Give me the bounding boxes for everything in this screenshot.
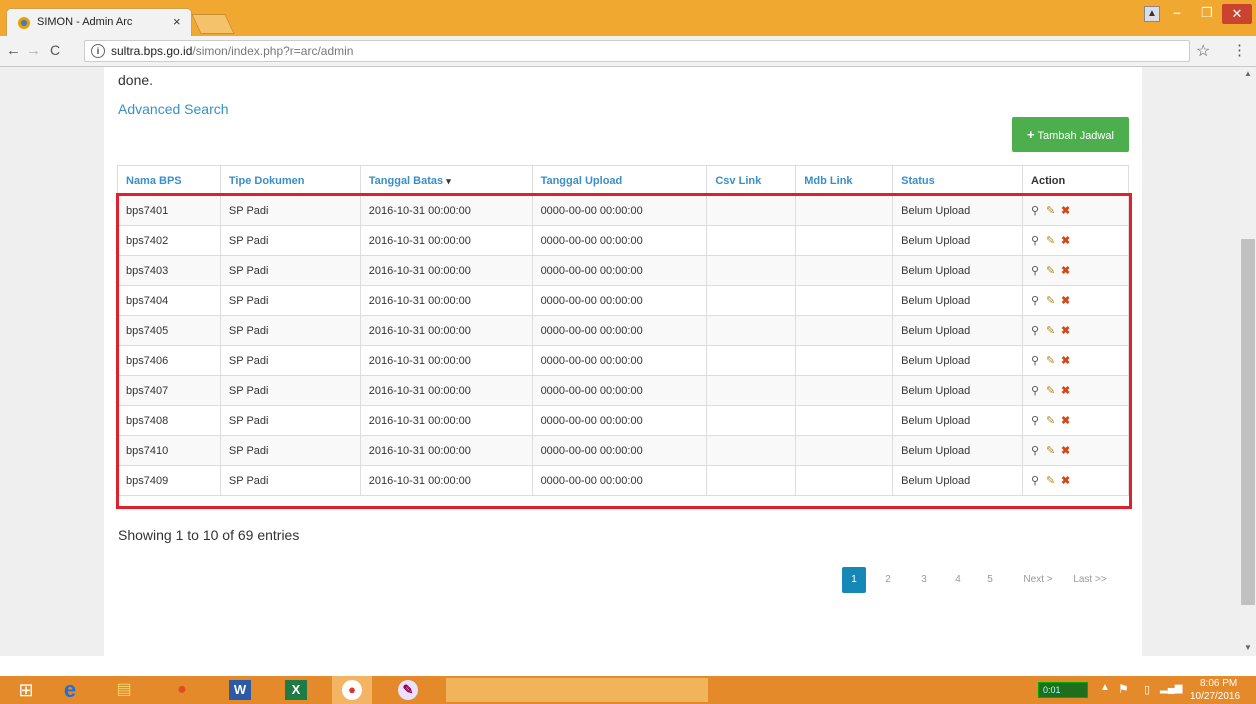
add-schedule-button[interactable]: + Tambah Jadwal (1012, 117, 1129, 152)
url-path: /simon/index.php?r=arc/admin (192, 44, 354, 58)
bookmark-star-icon[interactable]: ☆ (1196, 41, 1210, 61)
header-label: Tanggal Upload (540, 174, 623, 187)
chrome-menu-icon[interactable]: ⋮ (1232, 41, 1247, 59)
browser-tab[interactable]: SIMON - Admin Arc × (6, 8, 192, 36)
table-header-row: Nama BPS Tipe Dokumen Tanggal Batas ▾ Ta… (117, 165, 1129, 196)
back-arrow-icon[interactable]: ← (6, 42, 21, 59)
browser-titlebar: SIMON - Admin Arc × ▲ – ❐ ✕ (0, 0, 1256, 36)
paint-icon[interactable]: ✎ (388, 676, 428, 704)
entries-summary: Showing 1 to 10 of 69 entries (118, 527, 300, 543)
highlight-annotation (116, 193, 1132, 509)
restore-button[interactable]: ❐ (1192, 0, 1222, 28)
page-2-button[interactable]: 2 (878, 567, 898, 593)
scroll-down-icon[interactable]: ▼ (1244, 643, 1252, 652)
internet-explorer-icon[interactable]: e (50, 676, 90, 704)
header-label: Tanggal Batas (368, 174, 444, 187)
simon-favicon-icon (18, 17, 30, 29)
add-schedule-label: Tambah Jadwal (1037, 130, 1114, 142)
header-nama-bps[interactable]: Nama BPS (117, 165, 221, 196)
header-status[interactable]: Status (892, 165, 1024, 196)
taskbar-running-app[interactable] (446, 678, 708, 702)
left-gutter (0, 67, 104, 656)
page-1-button[interactable]: 1 (842, 567, 866, 593)
header-label: Csv Link (715, 174, 762, 187)
header-tipe-dokumen[interactable]: Tipe Dokumen (219, 165, 361, 196)
excel-icon[interactable]: X (276, 676, 316, 704)
url-text[interactable]: sultra.bps.go.id/simon/index.php?r=arc/a… (111, 44, 353, 58)
info-icon[interactable]: i (91, 44, 105, 58)
file-explorer-icon[interactable]: ▤ (104, 676, 144, 704)
sort-desc-icon: ▾ (446, 175, 451, 186)
header-csv-link[interactable]: Csv Link (706, 165, 797, 196)
new-tab-button[interactable] (191, 14, 235, 34)
header-tanggal-upload[interactable]: Tanggal Upload (531, 165, 708, 196)
page-content: done. Advanced Search + Tambah Jadwal Na… (0, 67, 1240, 656)
windows-taskbar: ⊞ e ▤ ● W X ● ✎ 0:01 ▲ ⚑ ▯ ▂▄▆ 8:06 PM 1… (0, 676, 1256, 704)
url-domain: sultra.bps.go.id (111, 44, 193, 58)
windows-start-icon[interactable]: ⊞ (6, 676, 46, 704)
clock-date[interactable]: 10/27/2016 (1190, 691, 1240, 702)
signal-icon[interactable]: ▂▄▆ (1160, 683, 1182, 694)
tab-close-button[interactable]: × (173, 14, 181, 29)
header-label: Status (901, 174, 935, 187)
firefox-icon[interactable]: ● (162, 676, 202, 704)
advanced-search-link[interactable]: Advanced Search (118, 101, 229, 117)
action-center-flag-icon[interactable]: ⚑ (1118, 682, 1129, 696)
tray-expand-icon[interactable]: ▲ (1100, 682, 1110, 693)
url-input[interactable]: i sultra.bps.go.id/simon/index.php?r=arc… (84, 40, 1190, 62)
page-3-button[interactable]: 3 (914, 567, 934, 593)
header-action: Action (1022, 165, 1129, 196)
next-page-button[interactable]: Next > (1016, 567, 1060, 593)
scrollbar-thumb[interactable] (1241, 239, 1255, 605)
reload-icon[interactable]: C (50, 42, 60, 58)
forward-arrow-icon[interactable]: → (26, 42, 41, 59)
header-label: Action (1031, 174, 1066, 187)
page-4-button[interactable]: 4 (948, 567, 968, 593)
network-meter[interactable]: 0:01 (1038, 682, 1088, 698)
word-icon[interactable]: W (220, 676, 260, 704)
tab-title: SIMON - Admin Arc (37, 16, 133, 28)
scroll-up-icon[interactable]: ▲ (1244, 69, 1252, 78)
intro-text: done. (118, 72, 154, 88)
header-label: Mdb Link (804, 174, 853, 187)
user-profile-icon[interactable]: ▲ (1144, 6, 1160, 22)
chrome-icon[interactable]: ● (332, 676, 372, 704)
right-gutter (1142, 67, 1240, 656)
header-mdb-link[interactable]: Mdb Link (795, 165, 894, 196)
header-label: Tipe Dokumen (228, 174, 305, 187)
clock-time[interactable]: 8:06 PM (1200, 678, 1237, 689)
vertical-scrollbar[interactable]: ▲ ▼ (1240, 67, 1256, 656)
minimize-button[interactable]: – (1162, 0, 1192, 28)
page-5-button[interactable]: 5 (980, 567, 1000, 593)
battery-icon[interactable]: ▯ (1144, 683, 1150, 696)
plus-icon: + (1027, 127, 1035, 142)
address-toolbar: ← → C i sultra.bps.go.id/simon/index.php… (0, 36, 1256, 67)
header-label: Nama BPS (126, 174, 182, 187)
header-tanggal-batas[interactable]: Tanggal Batas ▾ (359, 165, 533, 196)
close-window-button[interactable]: ✕ (1222, 4, 1252, 24)
last-page-button[interactable]: Last >> (1068, 567, 1112, 593)
